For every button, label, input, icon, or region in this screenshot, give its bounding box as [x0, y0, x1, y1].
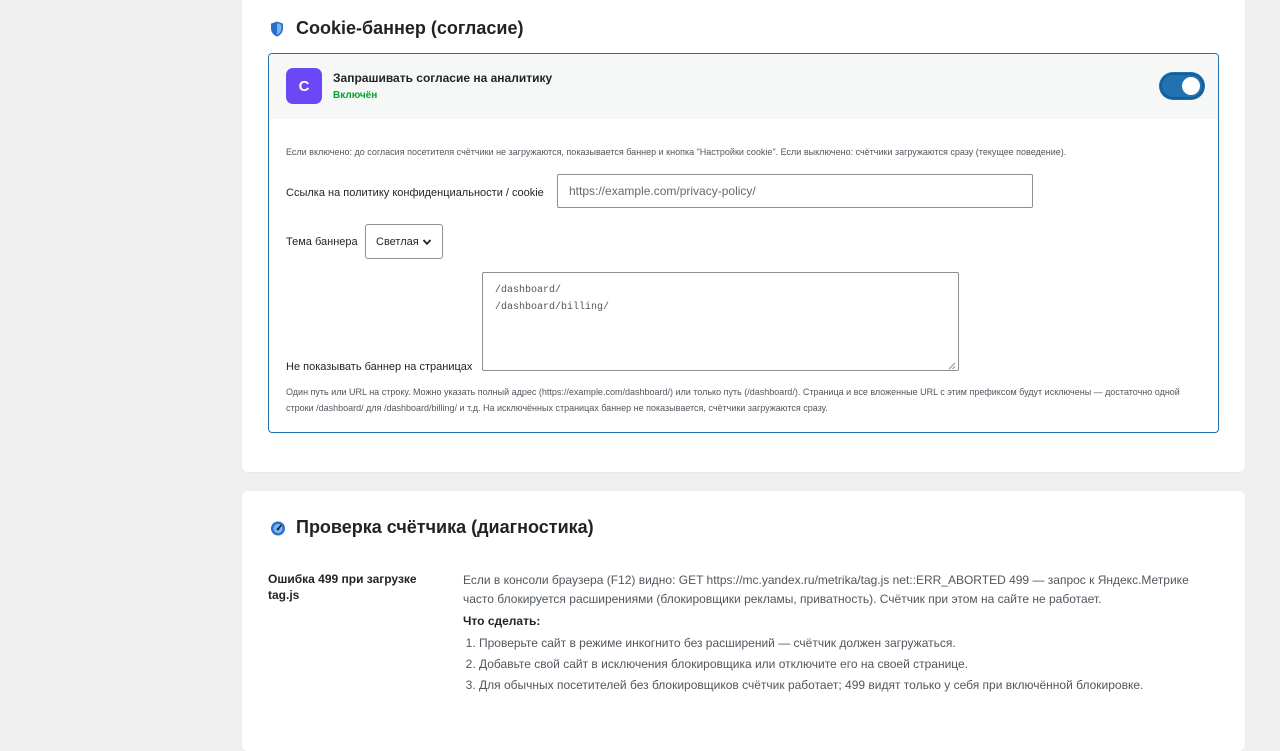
feature-avatar: C [286, 68, 322, 104]
error-499-text: Если в консоли браузера (F12) видно: GET… [463, 573, 1189, 606]
diagnostics-card: Проверка счётчика (диагностика) Ошибка 4… [242, 491, 1245, 751]
feature-status-badge: Включён [333, 90, 378, 101]
exclude-pages-textarea[interactable]: /dashboard/ /dashboard/billing/ [482, 272, 959, 371]
consent-feature-box: C Запрашивать согласие на аналитику Вклю… [268, 53, 1219, 433]
privacy-url-label: Ссылка на политику конфиденциальности / … [286, 187, 544, 199]
shield-icon [270, 21, 286, 37]
cookie-section-title: Cookie-баннер (согласие) [296, 18, 524, 38]
consent-toggle-switch[interactable] [1160, 73, 1204, 99]
exclude-pages-label: Не показывать баннер на страницах [286, 361, 473, 373]
list-item: Проверьте сайт в режиме инкогнито без ра… [479, 633, 1223, 654]
banner-theme-label: Тема баннера [286, 236, 358, 248]
exclude-pages-hint: Один путь или URL на строку. Можно указа… [286, 387, 1180, 413]
diag-section-heading: Проверка счётчика (диагностика) [270, 517, 594, 538]
error-499-title: Ошибка 499 при загрузке tag.js [268, 572, 417, 602]
cookie-section-heading: Cookie-баннер (согласие) [270, 18, 523, 39]
privacy-url-input[interactable]: https://example.com/privacy-policy/ [557, 174, 1033, 208]
banner-theme-value: Светлая [376, 235, 419, 248]
chevron-down-icon [422, 237, 432, 247]
cookie-banner-card: Cookie-баннер (согласие) C Запрашивать с… [242, 0, 1245, 472]
what-to-do-heading: Что сделать: [463, 614, 541, 628]
exclude-line: /dashboard/ [495, 285, 562, 296]
resize-handle-icon[interactable] [948, 360, 956, 370]
consent-feature-header: C Запрашивать согласие на аналитику Вклю… [269, 54, 1218, 119]
feature-description: Если включено: до согласия посетителя сч… [286, 147, 1067, 157]
list-item: Добавьте свой сайт в исключения блокиров… [479, 654, 1223, 675]
feature-title: Запрашивать согласие на аналитику [333, 71, 553, 85]
diag-section-title: Проверка счётчика (диагностика) [296, 517, 594, 537]
error-499-details: Если в консоли браузера (F12) видно: GET… [463, 571, 1223, 696]
list-item: Для обычных посетителей без блокировщико… [479, 675, 1223, 696]
fix-steps-list: Проверьте сайт в режиме инкогнито без ра… [463, 633, 1223, 696]
banner-theme-select[interactable]: Светлая [365, 224, 443, 259]
exclude-line: /dashboard/billing/ [495, 302, 610, 313]
gauge-icon [270, 520, 286, 536]
